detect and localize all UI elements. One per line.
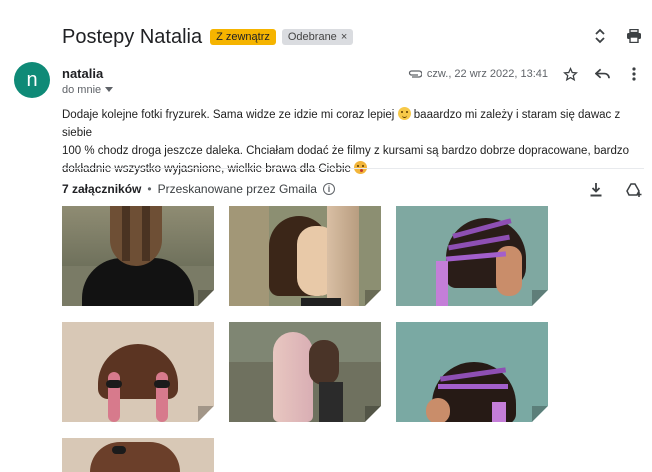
expand-collapse-icon[interactable]	[590, 26, 610, 46]
more-options-icon[interactable]	[624, 64, 644, 84]
label-inbox-badge[interactable]: Odebrane ×	[281, 29, 354, 45]
attachments-header: 7 załączników • Przeskanowane przez Gmai…	[62, 180, 644, 198]
header-actions	[590, 26, 644, 46]
label-external-badge[interactable]: Z zewnątrz	[210, 29, 276, 45]
attachment-thumbnail-2[interactable]	[229, 206, 381, 306]
chevron-down-icon	[105, 87, 114, 92]
attachments-divider	[62, 168, 644, 169]
smile-emoji-icon	[397, 107, 411, 120]
message-date-text: czw., 22 wrz 2022, 13:41	[426, 68, 548, 80]
separator-dot: •	[147, 182, 152, 196]
attachment-thumbnail-4[interactable]	[62, 322, 214, 422]
recipient-details[interactable]: do mnie	[62, 84, 114, 96]
message-meta: czw., 22 wrz 2022, 13:41	[408, 64, 644, 84]
subject-row: Postepy Natalia Z zewnątrz Odebrane ×	[62, 22, 652, 52]
attachment-thumbnail-1[interactable]	[62, 206, 214, 306]
label-inbox-text: Odebrane	[287, 31, 337, 43]
add-to-drive-icon[interactable]	[624, 180, 644, 200]
attachment-thumbnail-7[interactable]	[62, 438, 214, 472]
download-all-icon[interactable]	[586, 180, 606, 200]
reply-icon[interactable]	[592, 64, 612, 84]
attachment-thumbnail-6[interactable]	[396, 322, 548, 422]
sender-name[interactable]: natalia	[62, 66, 103, 81]
body-line-3: dokładnie wszystko wyjasnione, wielkie b…	[62, 163, 351, 175]
body-line-1: Dodaje kolejne fotki fryzurek. Sama widz…	[62, 109, 395, 121]
attachments-count: 7 załączników	[62, 182, 142, 196]
info-icon[interactable]: i	[322, 183, 335, 195]
attachment-thumbnail-5[interactable]	[229, 322, 381, 422]
attachment-thumbnail-3[interactable]	[396, 206, 548, 306]
scan-status: Przeskanowane przez Gmaila	[157, 182, 317, 196]
message-date: czw., 22 wrz 2022, 13:41	[408, 68, 548, 80]
attachment-clip-icon	[408, 70, 422, 78]
sender-avatar[interactable]: n	[14, 62, 50, 98]
print-icon[interactable]	[624, 26, 644, 46]
body-line-2: 100 % chodz droga jeszcze daleka. Chciał…	[62, 145, 629, 157]
recipient-label: do mnie	[62, 84, 102, 96]
email-subject: Postepy Natalia	[62, 25, 203, 48]
attachments-actions	[586, 180, 644, 200]
star-icon[interactable]	[560, 64, 580, 84]
remove-label-icon[interactable]: ×	[341, 31, 347, 43]
